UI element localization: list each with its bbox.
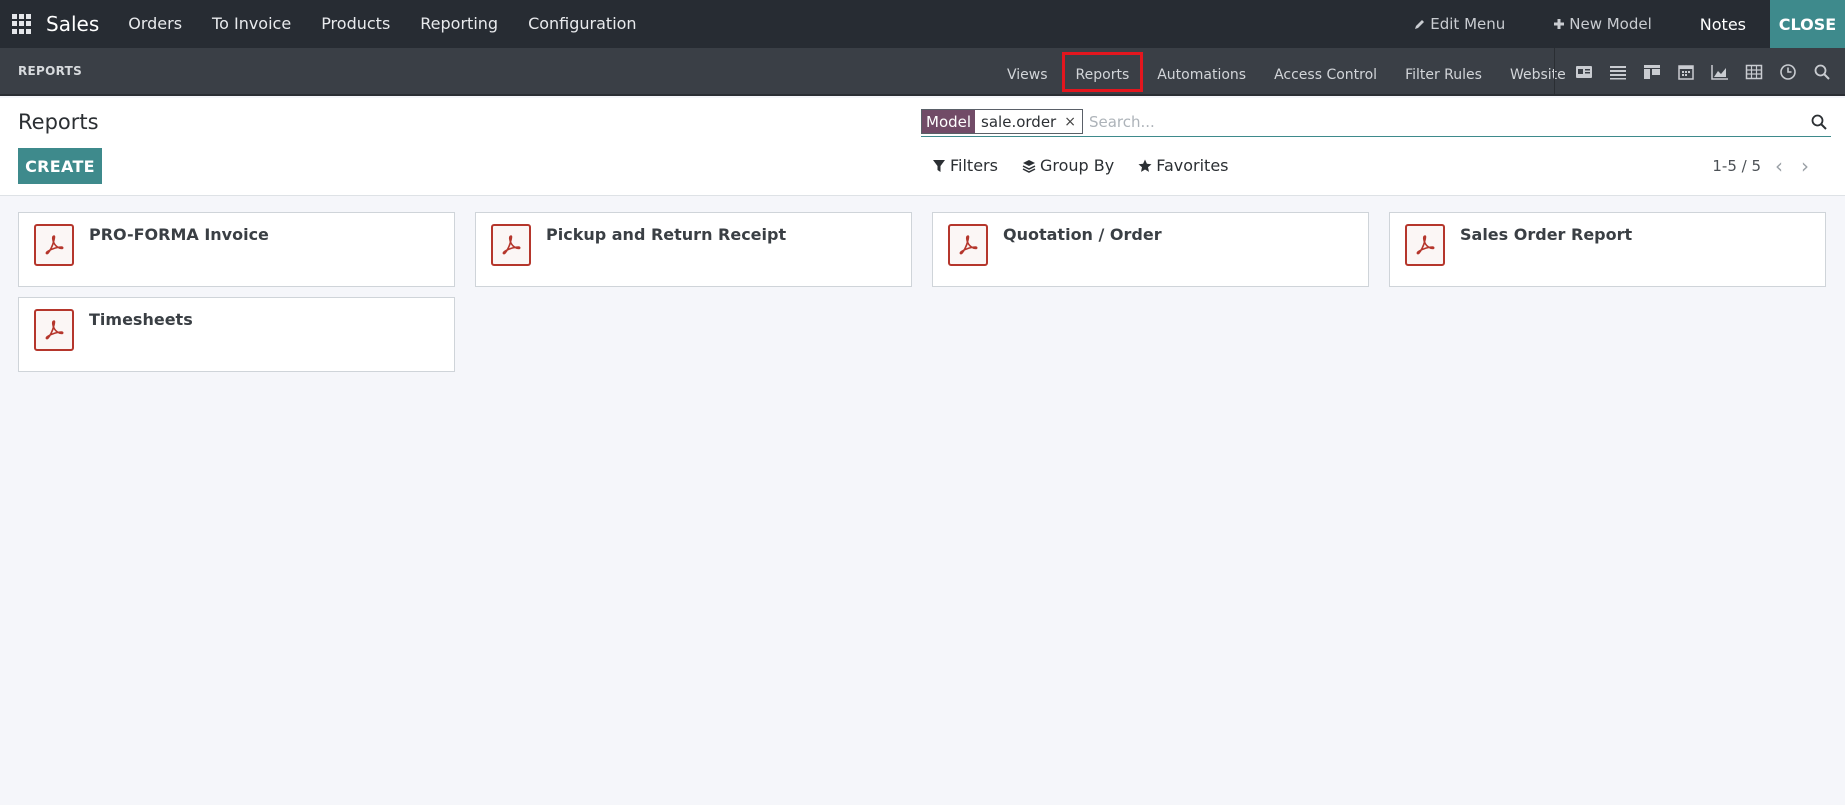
view-type-icons [1554,48,1839,96]
filters-button[interactable]: Filters [932,156,998,175]
form-view-icon[interactable] [1567,48,1601,96]
search-input[interactable] [1088,112,1807,131]
studio-section-title: REPORTS [18,64,83,78]
studio-toolbar: REPORTS Views Reports Automations Access… [0,48,1845,96]
facet-value-text: sale.order [981,112,1057,131]
menu-configuration[interactable]: Configuration [513,0,652,48]
search-options: Filters Group By Favorites [932,156,1253,175]
pdf-icon [948,224,988,266]
search-facet: Model sale.order × [921,109,1083,134]
group-by-label: Group By [1039,156,1115,175]
list-view-icon[interactable] [1601,48,1635,96]
new-model-button[interactable]: New Model [1529,15,1676,33]
pencil-icon [1415,20,1425,29]
favorites-label: Favorites [1156,156,1229,175]
report-card[interactable]: Sales Order Report [1389,212,1826,287]
report-name: Quotation / Order [1003,225,1162,244]
graph-view-icon[interactable] [1703,48,1737,96]
studio-top-actions: Edit Menu New Model Notes CLOSE [1390,0,1845,48]
search-view-icon[interactable] [1805,48,1839,96]
group-by-button[interactable]: Group By [1022,156,1114,175]
calendar-view-icon[interactable] [1669,48,1703,96]
edit-menu-label: Edit Menu [1430,15,1506,33]
star-icon [1138,159,1152,172]
report-name: Pickup and Return Receipt [546,225,787,244]
tab-views[interactable]: Views [993,52,1062,92]
menu-reporting[interactable]: Reporting [405,0,513,48]
close-studio-button[interactable]: CLOSE [1770,0,1845,48]
kanban-view-icon[interactable] [1635,48,1669,96]
layers-icon [1022,159,1036,173]
report-name: PRO-FORMA Invoice [89,225,269,244]
report-card[interactable]: Pickup and Return Receipt [475,212,912,287]
new-model-label: New Model [1569,15,1652,33]
tab-automations[interactable]: Automations [1143,52,1260,92]
notes-button[interactable]: Notes [1676,15,1770,34]
facet-value: sale.order × [975,110,1082,133]
report-card[interactable]: Quotation / Order [932,212,1369,287]
facet-remove-icon[interactable]: × [1064,114,1076,130]
search-icon[interactable] [1807,110,1831,134]
report-name: Sales Order Report [1460,225,1633,244]
pdf-icon [1405,224,1445,266]
report-card[interactable]: PRO-FORMA Invoice [18,212,455,287]
app-brand[interactable]: Sales [46,12,99,36]
menu-orders[interactable]: Orders [113,0,197,48]
pdf-icon [34,309,74,351]
edit-menu-button[interactable]: Edit Menu [1390,15,1529,33]
menu-to-invoice[interactable]: To Invoice [197,0,306,48]
pivot-view-icon[interactable] [1737,48,1771,96]
filter-icon [933,159,945,172]
main-navbar: Sales Orders To Invoice Products Reporti… [0,0,1845,48]
filters-label: Filters [950,156,998,175]
studio-tabs: Views Reports Automations Access Control… [993,48,1580,96]
tab-access-control[interactable]: Access Control [1260,52,1391,92]
pager: 1-5 / 5 ‹ › [1712,154,1813,178]
search-bar: Model sale.order × [921,107,1831,137]
menu-products[interactable]: Products [306,0,405,48]
activity-view-icon[interactable] [1771,48,1805,96]
top-menu: Orders To Invoice Products Reporting Con… [113,0,651,48]
apps-menu-icon[interactable] [12,14,32,34]
favorites-button[interactable]: Favorites [1138,156,1229,175]
page-title: Reports [18,110,99,134]
plus-icon [1554,19,1565,29]
report-name: Timesheets [89,310,193,329]
pdf-icon [34,224,74,266]
tab-reports[interactable]: Reports [1061,52,1144,92]
pager-value[interactable]: 1-5 / 5 [1712,157,1761,175]
control-panel: Reports CREATE Model sale.order × Filter… [0,98,1845,196]
facet-label: Model [922,110,976,133]
pager-previous-icon[interactable]: ‹ [1771,154,1787,178]
pager-next-icon[interactable]: › [1797,154,1813,178]
pdf-icon [491,224,531,266]
tab-filter-rules[interactable]: Filter Rules [1391,52,1496,92]
create-button[interactable]: CREATE [18,148,102,184]
report-card[interactable]: Timesheets [18,297,455,372]
